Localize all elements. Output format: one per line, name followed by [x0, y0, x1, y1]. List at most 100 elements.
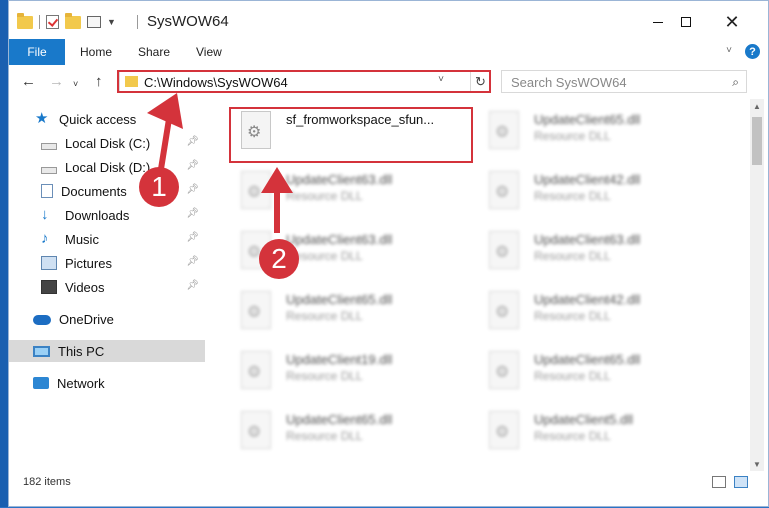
cloud-icon — [33, 315, 51, 325]
sidebar-item-videos[interactable]: Videos 📌︎ — [9, 276, 205, 298]
maximize-icon — [681, 17, 691, 27]
file-type: Resource DLL — [534, 369, 611, 383]
file-tile[interactable]: UpdateClient65.dll Resource DLL — [229, 283, 464, 335]
large-icons-view-icon[interactable] — [734, 476, 748, 488]
scroll-up-icon[interactable]: ▲ — [750, 99, 764, 113]
dll-file-icon — [489, 291, 519, 329]
dll-file-icon — [489, 411, 519, 449]
vertical-scrollbar[interactable]: ▲ ▼ — [750, 99, 764, 471]
sidebar-item-local-disk-d[interactable]: Local Disk (D:) 📌︎ — [9, 156, 205, 178]
quick-access-toolbar: ▼ — [17, 12, 116, 31]
up-arrow-icon[interactable]: ↑ — [95, 73, 103, 90]
file-name: UpdateClient5.dll — [534, 412, 634, 427]
chevron-down-icon[interactable]: ▼ — [107, 17, 116, 27]
dll-file-icon — [241, 411, 271, 449]
sidebar-item-downloads[interactable]: ↓ Downloads 📌︎ — [9, 204, 205, 226]
dll-file-icon — [489, 351, 519, 389]
step-marker-2: 2 — [259, 239, 299, 279]
file-type: Resource DLL — [534, 249, 611, 263]
file-tile[interactable]: UpdateClient65.dll Resource DLL — [477, 103, 712, 155]
sidebar-item-label: Local Disk (C:) — [65, 135, 151, 151]
dll-file-icon — [241, 171, 271, 209]
tab-share[interactable]: Share — [138, 39, 170, 65]
tab-home[interactable]: Home — [80, 39, 112, 65]
sidebar-item-pictures[interactable]: Pictures 📌︎ — [9, 252, 205, 274]
file-tile[interactable]: UpdateClient63.dll Resource DLL — [229, 163, 464, 215]
customize-icon[interactable] — [87, 16, 101, 28]
file-tile[interactable]: UpdateClient42.dll Resource DLL — [477, 163, 712, 215]
file-type: Resource DLL — [534, 129, 611, 143]
file-type: Resource DLL — [534, 309, 611, 323]
file-tile[interactable]: UpdateClient5.dll Resource DLL — [477, 403, 712, 455]
close-button[interactable]: ✕ — [709, 9, 755, 35]
pc-icon — [33, 345, 50, 357]
sidebar-item-onedrive[interactable]: OneDrive — [9, 308, 205, 330]
details-view-icon[interactable] — [712, 476, 726, 488]
sidebar-item-label: This PC — [58, 343, 105, 359]
address-highlight-box — [117, 70, 491, 93]
file-type: Resource DLL — [286, 189, 363, 203]
dll-file-icon — [489, 231, 519, 269]
sidebar-item-quick-access[interactable]: ★ Quick access — [9, 108, 205, 130]
folder-icon — [17, 12, 33, 29]
pin-icon[interactable]: 📌︎ — [186, 184, 199, 195]
tab-view[interactable]: View — [196, 39, 222, 65]
sidebar-item-label: Local Disk (D:) — [65, 159, 151, 175]
documents-icon — [41, 184, 53, 198]
search-placeholder[interactable]: Search SysWOW64 — [511, 75, 627, 90]
sidebar-item-label: Documents — [61, 183, 127, 199]
file-name: UpdateClient42.dll — [534, 172, 641, 187]
tab-file[interactable]: File — [9, 39, 65, 65]
navigation-pane: ★ Quick access Local Disk (C:) 📌︎ Local … — [9, 99, 205, 459]
window-title: SysWOW64 — [147, 13, 229, 30]
scrollbar-thumb[interactable] — [752, 117, 762, 165]
scroll-down-icon[interactable]: ▼ — [750, 457, 764, 471]
dll-file-icon — [241, 351, 271, 389]
file-name: UpdateClient65.dll — [534, 112, 641, 127]
sidebar-item-label: OneDrive — [59, 311, 114, 327]
file-name: UpdateClient65.dll — [286, 412, 393, 427]
music-icon: ♪ — [41, 230, 49, 247]
file-type: Resource DLL — [286, 309, 363, 323]
sidebar-item-network[interactable]: Network — [9, 372, 205, 394]
sidebar-item-music[interactable]: ♪ Music 📌︎ — [9, 228, 205, 250]
search-icon[interactable]: ⌕ — [732, 75, 739, 90]
expand-ribbon-icon[interactable]: ˅ — [726, 45, 732, 56]
file-name: UpdateClient65.dll — [534, 352, 641, 367]
file-name: UpdateClient63.dll — [286, 232, 393, 247]
search-box[interactable]: Search SysWOW64 ⌕ — [501, 70, 747, 93]
pin-icon[interactable]: 📌︎ — [186, 256, 199, 267]
back-arrow-icon[interactable]: ← — [21, 73, 36, 90]
sidebar-item-label: Network — [57, 375, 105, 391]
file-tile[interactable]: UpdateClient19.dll Resource DLL — [229, 343, 464, 395]
pin-icon[interactable]: 📌︎ — [186, 160, 199, 171]
recent-locations-icon[interactable]: ˅ — [73, 79, 78, 89]
pin-icon[interactable]: 📌︎ — [186, 280, 199, 291]
title-bar: ▼ SysWOW64 ✕ — [9, 1, 768, 39]
minimize-icon — [653, 21, 663, 23]
pin-icon[interactable]: 📌︎ — [186, 232, 199, 243]
file-tile[interactable]: UpdateClient63.dll Resource DLL — [477, 223, 712, 275]
properties-check-icon[interactable] — [46, 15, 59, 29]
pictures-icon — [41, 256, 57, 270]
sidebar-item-label: Videos — [65, 279, 105, 295]
file-tile[interactable]: UpdateClient65.dll Resource DLL — [477, 343, 712, 395]
file-explorer-window: ▼ SysWOW64 ✕ File Home Share View ˅ ? ← … — [8, 0, 769, 507]
file-tile[interactable]: UpdateClient42.dll Resource DLL — [477, 283, 712, 335]
forward-arrow-icon[interactable]: → — [49, 73, 64, 90]
download-icon: ↓ — [41, 206, 49, 223]
new-folder-icon[interactable] — [65, 12, 81, 29]
file-tile[interactable]: UpdateClient65.dll Resource DLL — [229, 403, 464, 455]
network-icon — [33, 377, 49, 389]
pin-icon[interactable]: 📌︎ — [186, 136, 199, 147]
help-icon[interactable]: ? — [745, 44, 760, 59]
drive-icon — [41, 166, 57, 174]
sidebar-item-local-disk-c[interactable]: Local Disk (C:) 📌︎ — [9, 132, 205, 154]
videos-icon — [41, 280, 57, 294]
divider — [39, 15, 40, 29]
dll-file-icon — [489, 111, 519, 149]
pin-icon[interactable]: 📌︎ — [186, 208, 199, 219]
divider — [137, 15, 138, 29]
sidebar-item-this-pc[interactable]: This PC — [9, 340, 205, 362]
maximize-button[interactable] — [663, 9, 709, 35]
